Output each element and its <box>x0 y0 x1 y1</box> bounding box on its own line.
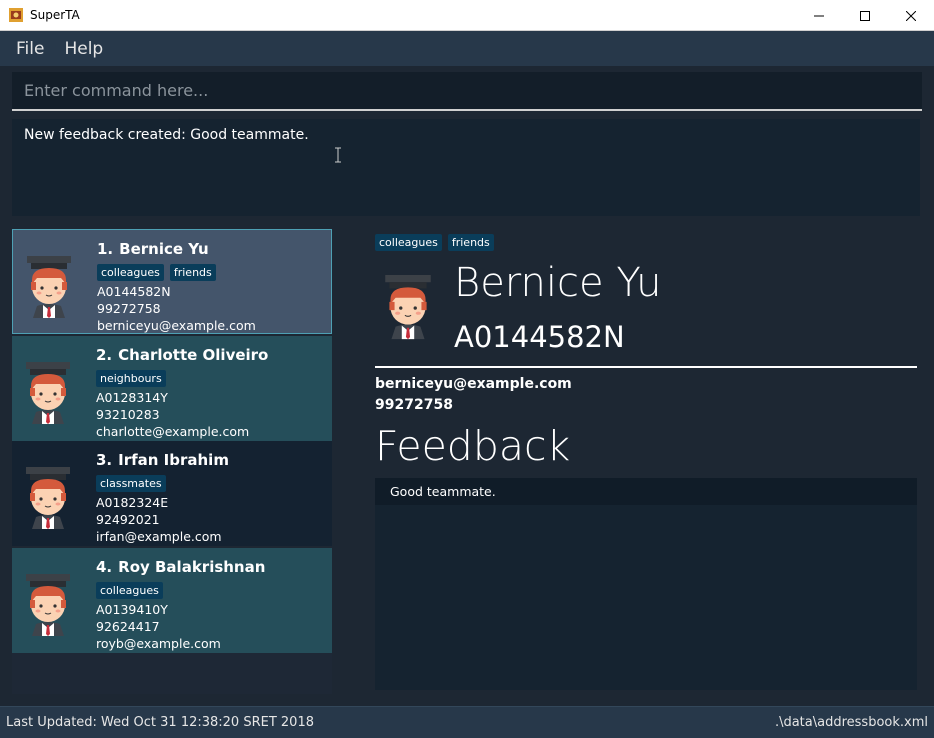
result-display[interactable]: New feedback created: Good teammate. <box>12 119 920 216</box>
person-name: Roy Balakrishnan <box>118 558 266 576</box>
window-title: SuperTA <box>30 8 80 22</box>
maximize-button[interactable] <box>842 0 888 31</box>
result-message: New feedback created: Good teammate. <box>24 127 309 143</box>
feedback-heading: Feedback <box>375 422 571 470</box>
person-phone: 93210283 <box>96 407 160 422</box>
menu-bar: File Help <box>0 31 934 66</box>
avatar <box>26 255 72 318</box>
tag: colleagues <box>96 582 163 599</box>
menu-help[interactable]: Help <box>54 39 113 59</box>
minimize-icon <box>814 15 824 16</box>
list-empty-area <box>12 653 332 694</box>
avatar <box>25 361 71 424</box>
person-name: Bernice Yu <box>119 240 209 258</box>
close-button[interactable] <box>888 0 934 31</box>
person-email: royb@example.com <box>96 636 221 651</box>
person-index: 4. <box>96 558 113 576</box>
status-bar: Last Updated: Wed Oct 31 12:38:20 SRET 2… <box>0 706 934 738</box>
feedback-list: Good teammate. <box>375 478 917 690</box>
person-name: Charlotte Oliveiro <box>118 346 269 364</box>
person-name: Irfan Ibrahim <box>118 451 229 469</box>
minimize-button[interactable] <box>796 0 842 31</box>
detail-email: berniceyu@example.com <box>375 376 572 392</box>
person-phone: 99272758 <box>97 301 161 316</box>
person-phone: 92624417 <box>96 619 160 634</box>
tag: friends <box>447 234 494 251</box>
last-updated-status: Last Updated: Wed Oct 31 12:38:20 SRET 2… <box>6 715 314 730</box>
title-bar: SuperTA <box>0 0 934 31</box>
avatar <box>25 466 71 529</box>
detail-name: Bernice Yu <box>454 260 662 306</box>
tag: classmates <box>96 475 166 492</box>
tag: friends <box>169 264 216 281</box>
person-email: berniceyu@example.com <box>97 318 256 333</box>
person-id: A0128314Y <box>96 390 168 405</box>
person-index: 1. <box>97 240 114 258</box>
avatar <box>384 274 432 340</box>
tag: neighbours <box>96 370 166 387</box>
person-email: charlotte@example.com <box>96 424 250 439</box>
person-detail-panel: colleagues friends Bernice Yu A0144582N … <box>375 234 917 690</box>
detail-id: A0144582N <box>454 320 625 354</box>
person-phone: 92492021 <box>96 512 160 527</box>
feedback-item[interactable]: Good teammate. <box>375 478 917 505</box>
close-icon <box>906 10 916 21</box>
person-index: 3. <box>96 451 113 469</box>
tag: colleagues <box>97 264 164 281</box>
detail-phone: 99272758 <box>375 397 453 413</box>
person-index: 2. <box>96 346 113 364</box>
person-card[interactable]: 1. Bernice Yu colleagues friends A0144582… <box>12 229 332 334</box>
person-card[interactable]: 4. Roy Balakrishnan colleagues A0139410Y … <box>12 548 332 653</box>
maximize-icon <box>860 10 870 21</box>
avatar <box>25 573 71 636</box>
person-id: A0139410Y <box>96 602 168 617</box>
text-cursor-icon <box>335 147 341 163</box>
person-card[interactable]: 3. Irfan Ibrahim classmates A0182324E 924… <box>12 441 332 546</box>
tag: colleagues <box>375 234 442 251</box>
divider <box>375 366 917 368</box>
command-box <box>12 72 922 111</box>
command-input[interactable] <box>24 81 922 100</box>
person-id: A0144582N <box>97 284 171 299</box>
file-path-status: .\data\addressbook.xml <box>774 715 928 730</box>
person-email: irfan@example.com <box>96 529 222 544</box>
app-icon <box>9 8 23 22</box>
person-list: 1. Bernice Yu colleagues friends A0144582… <box>12 229 332 694</box>
menu-file[interactable]: File <box>6 39 54 59</box>
person-id: A0182324E <box>96 495 169 510</box>
person-card[interactable]: 2. Charlotte Oliveiro neighbours A0128314… <box>12 336 332 441</box>
